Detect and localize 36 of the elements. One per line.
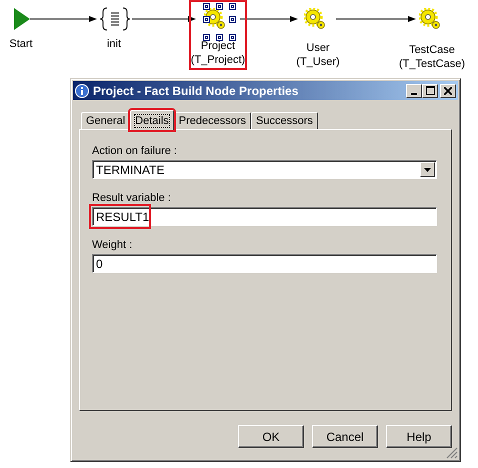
- maximize-icon: [426, 86, 434, 95]
- field-label: Action on failure :: [92, 144, 178, 158]
- maximize-button[interactable]: [422, 84, 438, 98]
- dialog-button[interactable]: Cancel: [312, 425, 378, 448]
- close-icon: [444, 86, 452, 94]
- node-label: init: [106, 37, 122, 51]
- dialog-button[interactable]: OK: [238, 425, 304, 448]
- braces-icon[interactable]: [100, 7, 130, 31]
- start-triangle-icon[interactable]: [14, 8, 30, 30]
- tab[interactable]: Successors: [251, 112, 318, 129]
- highlight-frame: [189, 0, 247, 70]
- field-label: Result variable :: [92, 191, 172, 205]
- tab[interactable]: General: [81, 112, 130, 129]
- connector-arrow: [30, 16, 97, 22]
- minimize-button[interactable]: [406, 84, 422, 98]
- field-label: Weight :: [92, 238, 134, 252]
- node-type-label: (T_Project): [190, 53, 246, 67]
- close-button[interactable]: [440, 84, 456, 98]
- input-field[interactable]: 0: [92, 254, 437, 273]
- node-type-label: (T_TestCase): [398, 57, 466, 71]
- connector-arrow: [240, 16, 298, 22]
- tab[interactable]: Details: [130, 110, 174, 130]
- connector-arrow: [132, 16, 196, 22]
- tab[interactable]: Predecessors: [174, 112, 252, 129]
- node-type-label: (T_User): [295, 55, 341, 69]
- node-label: Start: [8, 37, 34, 51]
- node-label: TestCase: [408, 43, 456, 57]
- dialog-button[interactable]: Help: [386, 425, 452, 448]
- info-icon: [75, 84, 89, 98]
- minimize-icon: [411, 92, 417, 94]
- input-field[interactable]: RESULT1: [92, 207, 437, 226]
- node-label: User: [305, 41, 331, 55]
- resize-grip-icon[interactable]: [446, 447, 458, 459]
- dropdown-field[interactable]: TERMINATE: [92, 160, 437, 179]
- window-title: Project - Fact Build Node Properties: [93, 84, 300, 98]
- node-label: Project: [200, 39, 236, 53]
